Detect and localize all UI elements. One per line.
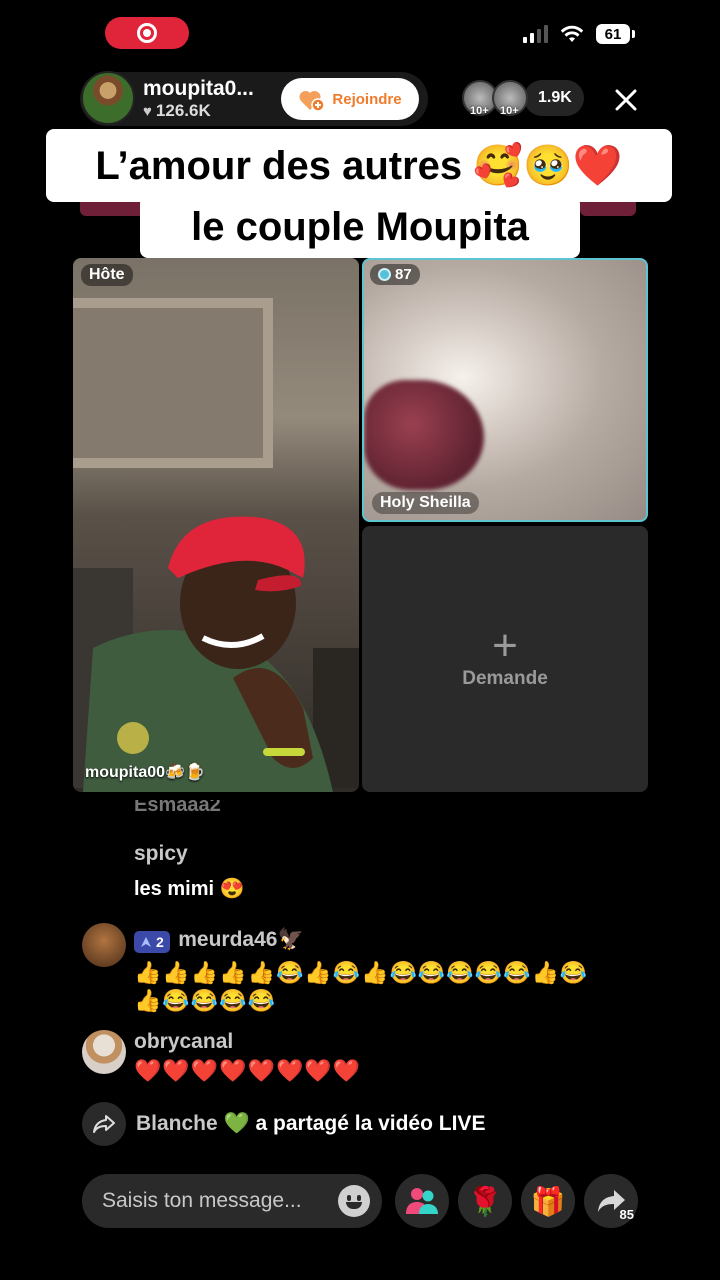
host-person-image — [73, 516, 359, 792]
guest-video-image — [364, 380, 484, 490]
share-count: 85 — [619, 1207, 634, 1222]
rose-gift-button[interactable]: 🌹 — [458, 1174, 512, 1228]
guest-score-badge: 87 — [370, 264, 420, 285]
share-button[interactable]: 85 — [584, 1174, 638, 1228]
host-video-tile[interactable]: Hôte moupita00🍻🍺 — [73, 258, 359, 792]
record-icon — [137, 23, 157, 43]
status-icons: 61 — [523, 24, 635, 44]
share-user[interactable]: Blanche 💚 — [136, 1112, 250, 1135]
screen-recording-indicator — [105, 17, 189, 49]
cut-off-comment-user: Esmaaa2 — [134, 800, 221, 816]
host-name: moupita0... — [143, 77, 254, 100]
gift-button[interactable]: 🎁 — [521, 1174, 575, 1228]
host-tile-name: moupita00🍻🍺 — [85, 764, 205, 781]
arrow-up-icon — [141, 936, 151, 947]
share-icon — [82, 1102, 126, 1146]
host-likes: ♥ 126.6K — [143, 101, 281, 121]
gem-icon — [378, 268, 391, 281]
comment-avatar[interactable] — [82, 923, 126, 967]
plus-icon: + — [492, 621, 518, 670]
wifi-icon — [560, 25, 584, 42]
host-likes-count: 126.6K — [155, 101, 211, 120]
share-text: a partagé la vidéo LIVE — [255, 1112, 486, 1135]
caption-line-2: le couple Moupita — [140, 196, 580, 258]
heart-plus-icon — [298, 88, 326, 112]
join-label: Rejoindre — [332, 90, 402, 108]
host-avatar[interactable] — [81, 71, 135, 125]
battery-indicator: 61 — [596, 24, 635, 44]
request-join-tile[interactable]: + Demande — [362, 526, 648, 792]
emoji-icon[interactable] — [338, 1185, 370, 1217]
message-input[interactable]: Saisis ton message... — [82, 1174, 382, 1228]
comment-avatar[interactable] — [82, 1030, 126, 1074]
comment-user[interactable]: obrycanal — [134, 1030, 233, 1054]
comment-text: ❤️❤️❤️❤️❤️❤️❤️❤️ — [134, 1058, 362, 1083]
request-label: Demande — [462, 668, 548, 689]
viewer-count[interactable]: 1.9K — [524, 80, 584, 116]
caption-line-1: L’amour des autres 🥰🥹❤️ — [46, 129, 672, 202]
gift-icon: 🎁 — [530, 1185, 566, 1217]
level-badge: 2 — [134, 930, 170, 953]
guests-button[interactable] — [395, 1174, 449, 1228]
host-badge: Hôte — [81, 264, 133, 286]
comment-header: 2 meurda46🦅 — [134, 928, 304, 953]
close-button[interactable] — [606, 80, 646, 120]
close-icon — [615, 89, 637, 111]
join-button[interactable]: Rejoindre — [281, 78, 419, 120]
viewer-avatar[interactable]: 10+ — [492, 80, 528, 117]
comment-text: 👍😂😂😂😂 — [134, 988, 276, 1013]
comment-text: 👍👍👍👍👍😂👍😂👍😂😂😂😂😂👍😂 — [134, 960, 589, 985]
host-info-pill[interactable]: moupita0... ♥ 126.6K Rejoindre — [80, 71, 428, 126]
top-viewers[interactable]: 10+ 10+ 1.9K — [462, 80, 584, 117]
comment-user[interactable]: meurda46🦅 — [178, 928, 303, 951]
message-placeholder: Saisis ton message... — [102, 1189, 302, 1212]
share-notification: Blanche 💚 a partagé la vidéo LIVE — [82, 1102, 485, 1146]
comment-text: les mimi 😍 — [134, 878, 245, 900]
ceiling-detail — [73, 298, 273, 468]
guest-video-tile[interactable]: 87 Holy Sheilla — [362, 258, 648, 522]
guest-name: Holy Sheilla — [372, 492, 479, 514]
rose-icon: 🌹 — [467, 1185, 503, 1217]
heart-icon: ♥ — [143, 102, 152, 120]
people-icon — [406, 1188, 438, 1214]
cellular-signal-icon — [523, 25, 548, 43]
comment-user[interactable]: spicy — [134, 842, 188, 866]
